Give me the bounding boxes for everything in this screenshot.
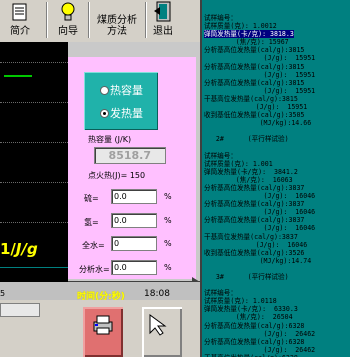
results-line-selected[interactable]: 弹筒发热量(卡/克): 3818.3: [204, 30, 294, 39]
exit-button[interactable]: 退出: [148, 0, 178, 40]
wizard-label: 向导: [58, 26, 78, 37]
results-text: 试样编号： 试样质量(克): 1.0012 弹筒发热量(卡/克): 3818.3…: [202, 0, 350, 357]
grid-line: [0, 142, 68, 144]
grid-line: [0, 222, 68, 224]
exit-label: 退出: [153, 26, 173, 37]
analysis-moisture-input[interactable]: 0.0: [111, 260, 157, 275]
sulfur-input[interactable]: 0.0: [111, 189, 157, 204]
heat-capacity-field[interactable]: 8518.7: [94, 147, 166, 164]
total-moisture-input[interactable]: 0: [111, 236, 157, 251]
pointer-icon: [149, 314, 167, 336]
total-moisture-unit: %: [164, 239, 172, 248]
toolbar-separator: [145, 2, 146, 38]
ignition-heat-label: 点火热(J)= 150: [88, 171, 146, 180]
toolbar: 简介 向导 煤质分析方法 退出: [0, 0, 200, 42]
cursor-button[interactable]: [142, 307, 182, 357]
panel-divider: [200, 0, 202, 357]
radio-calorific-value[interactable]: [100, 109, 109, 118]
time-tick-label: 5: [0, 289, 6, 298]
grid-line: [0, 182, 68, 184]
lightbulb-icon: [61, 2, 75, 21]
printer-icon: [93, 315, 113, 335]
results-line: 试样质量(克): 1.0012: [204, 22, 277, 31]
sulfur-label: 硫=: [84, 194, 99, 203]
sulfur-unit: %: [164, 192, 172, 201]
radio-heat-capacity[interactable]: [100, 86, 109, 95]
results-panel[interactable]: 试样编号： 试样质量(克): 1.0012 弹筒发热量(卡/克): 3818.3…: [202, 0, 350, 357]
radio-calorific-value-label: 发热量: [110, 107, 143, 120]
mode-selector: 热容量 发热量: [84, 72, 158, 130]
heat-capacity-label: 热容量 (J/K): [88, 135, 132, 144]
temperature-curve: [4, 75, 32, 77]
hydrogen-input[interactable]: 0.0: [111, 213, 157, 228]
intro-button[interactable]: 简介: [0, 0, 40, 40]
results-lines: (焦/克): 15967 分析基高位发热量(cal/g):3815 (J/g):…: [204, 38, 316, 357]
time-readout: 18:08: [144, 289, 170, 299]
toolbar-separator: [46, 2, 47, 38]
hydrogen-label: 氢=: [84, 218, 99, 227]
radio-heat-capacity-label: 热容量: [110, 84, 143, 97]
analysis-moisture-label: 分析水=: [79, 265, 110, 274]
analysis-method-label: 煤质分析方法: [97, 15, 137, 37]
print-button[interactable]: [83, 307, 123, 357]
grid-line: [0, 62, 68, 64]
chart-unit-label: 1/J/g: [0, 240, 38, 258]
total-moisture-label: 全水=: [82, 241, 105, 250]
wizard-button[interactable]: 向导: [50, 0, 86, 40]
document-icon: [12, 3, 27, 21]
toolbar-separator: [88, 2, 89, 38]
hydrogen-unit: %: [164, 216, 172, 225]
chart-canvas: 1/J/g: [0, 42, 68, 282]
exit-door-icon: [154, 1, 171, 22]
status-field: [0, 303, 40, 317]
results-line: 试样编号：: [204, 14, 237, 22]
intro-label: 简介: [10, 26, 30, 37]
chart-x-axis: [0, 267, 68, 268]
analysis-method-button[interactable]: 煤质分析方法: [91, 0, 143, 40]
grid-line: [0, 102, 68, 104]
analysis-moisture-unit: %: [164, 263, 172, 272]
